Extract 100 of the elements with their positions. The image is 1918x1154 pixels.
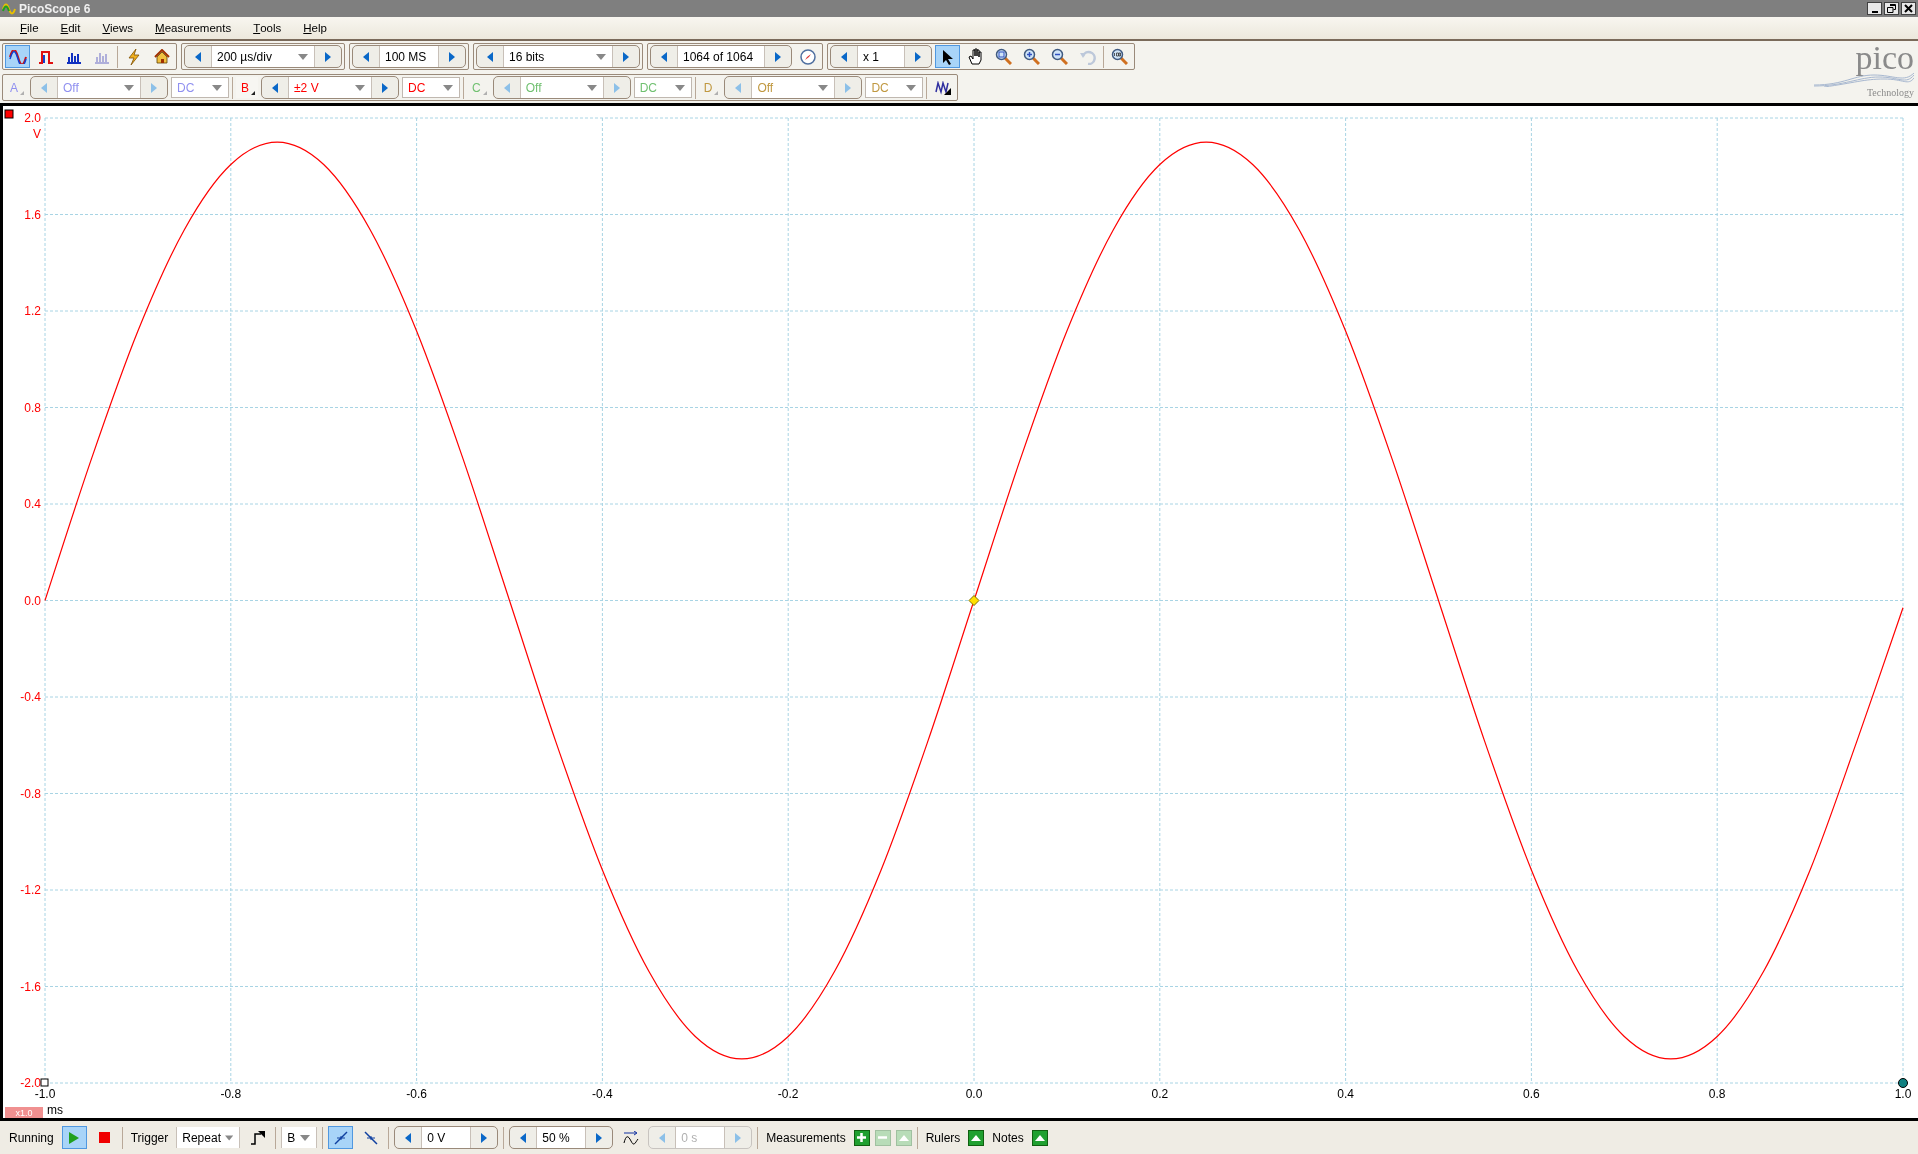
- add-measurement-button[interactable]: [853, 1129, 870, 1146]
- run-button[interactable]: [61, 1126, 87, 1149]
- measurements-label: Measurements: [765, 1130, 847, 1145]
- y-tick-label: -1.2: [20, 883, 41, 897]
- buffer-field[interactable]: 1064 of 1064: [677, 46, 765, 67]
- y-tick-label: -0.8: [20, 786, 41, 801]
- trigger-marker: [968, 595, 980, 606]
- left-arrow-icon: [661, 51, 667, 62]
- trigger-source-dropdown[interactable]: B: [281, 1127, 318, 1148]
- threshold-field[interactable]: 0 V: [421, 1127, 472, 1148]
- house-icon: [153, 49, 170, 64]
- close-button[interactable]: [1901, 2, 1916, 15]
- y-tick-label: 0.4: [24, 497, 41, 511]
- minus-icon: [878, 1136, 888, 1139]
- x-tick-label: 0.8: [1708, 1087, 1726, 1101]
- pointer-icon: [941, 48, 954, 65]
- channel-marker: [4, 109, 14, 119]
- ruler-handle[interactable]: [1898, 1078, 1908, 1088]
- rulers-label: Rulers: [924, 1130, 962, 1145]
- menu-item[interactable]: Edit: [50, 18, 91, 38]
- play-icon: [69, 1131, 80, 1144]
- x-tick-label: 0.4: [1337, 1087, 1354, 1101]
- dropdown-caret-icon: [906, 84, 917, 91]
- minimize-button[interactable]: [1867, 2, 1882, 15]
- triangle-up-icon: [1034, 1134, 1045, 1141]
- restore-button[interactable]: [1884, 2, 1899, 15]
- view-button[interactable]: [5, 45, 30, 68]
- zoom-out-icon: [1051, 48, 1068, 65]
- scale-badge: x1.0: [5, 1107, 43, 1118]
- ruler-handle[interactable]: [40, 1078, 49, 1087]
- dropdown-caret-icon: [443, 84, 454, 91]
- left-arrow-icon: [841, 51, 847, 62]
- corner-triangle-icon: [20, 91, 24, 95]
- x-tick-label: -0.8: [220, 1087, 242, 1101]
- right-arrow-icon: [481, 1132, 488, 1143]
- wave-arrow-icon: [622, 1130, 639, 1145]
- x-tick-label: 0.6: [1523, 1087, 1540, 1101]
- menu-item[interactable]: Tools: [243, 18, 292, 38]
- dropdown-caret-icon: [212, 84, 222, 91]
- right-arrow-icon: [449, 51, 455, 62]
- right-arrow-icon: [775, 51, 781, 62]
- right-arrow-icon: [623, 51, 629, 62]
- tool-button[interactable]: [935, 45, 960, 68]
- zoom-in-icon: [1023, 48, 1040, 65]
- right-arrow-icon: [325, 51, 331, 62]
- menu-item[interactable]: Help: [293, 18, 337, 38]
- corner-triangle-icon: [714, 91, 719, 95]
- y-tick-label: 2.0: [24, 111, 41, 125]
- stop-icon: [98, 1132, 110, 1143]
- coupling-dropdown[interactable]: DC: [402, 77, 461, 98]
- waveform-icon: [934, 80, 951, 95]
- trigger-mode-dropdown[interactable]: Repeat: [176, 1127, 241, 1148]
- menu-item[interactable]: Views: [92, 18, 144, 38]
- right-arrow-icon: [596, 1132, 603, 1143]
- x-tick-label: -0.2: [777, 1087, 799, 1101]
- left-arrow-icon: [41, 82, 47, 93]
- left-arrow-icon: [363, 51, 369, 62]
- right-arrow-icon: [915, 51, 921, 62]
- right-arrow-icon: [845, 82, 852, 93]
- left-arrow-icon: [659, 1132, 666, 1143]
- left-arrow-icon: [503, 82, 510, 93]
- rulers-button[interactable]: [968, 1129, 985, 1146]
- dropdown-caret-icon: [586, 84, 597, 91]
- x-tick-label: -0.4: [592, 1087, 613, 1101]
- menu-item[interactable]: File: [10, 18, 49, 38]
- dropdown-caret-icon: [300, 1134, 311, 1141]
- dropdown-caret-icon: [355, 84, 366, 91]
- y-tick-label: 1.6: [24, 207, 41, 222]
- lightning-icon: [126, 48, 141, 65]
- window-title: PicoScope 6: [19, 1, 91, 16]
- corner-triangle-icon: [482, 91, 487, 95]
- x-tick-label: 0.2: [1151, 1087, 1169, 1101]
- channel-range-field[interactable]: ±2 V: [288, 77, 373, 98]
- samples-field[interactable]: 100 MS: [379, 46, 439, 67]
- y-unit-label: V: [33, 127, 41, 141]
- right-arrow-icon: [151, 82, 157, 93]
- channel-button[interactable]: B: [236, 77, 259, 98]
- menu-item[interactable]: Measurements: [145, 18, 242, 38]
- hand-icon: [967, 48, 984, 65]
- y-tick-label: 0.8: [24, 400, 41, 415]
- timebase-field[interactable]: 200 µs/div: [211, 46, 315, 67]
- zoom-field[interactable]: x 1: [857, 46, 905, 67]
- left-arrow-icon: [405, 1132, 412, 1143]
- x-tick-label: -1.0: [34, 1087, 56, 1101]
- x-tick-label: 0.0: [965, 1087, 983, 1101]
- dropdown-caret-icon: [225, 1134, 234, 1141]
- dropdown-caret-icon: [818, 84, 829, 91]
- notes-button[interactable]: [1031, 1129, 1048, 1146]
- pulse-icon: [37, 49, 54, 64]
- edge-button[interactable]: [328, 1126, 354, 1149]
- x-tick-label: -0.6: [406, 1087, 427, 1101]
- resolution-field[interactable]: 16 bits: [503, 46, 613, 67]
- magnifier-icon: [1111, 48, 1128, 65]
- falling-edge-icon: [363, 1130, 378, 1145]
- left-arrow-icon: [487, 51, 493, 62]
- pre-trigger-field[interactable]: 50 %: [536, 1127, 587, 1148]
- y-tick-label: -0.4: [20, 690, 41, 704]
- minimize-icon: [1871, 10, 1878, 13]
- dropdown-caret-icon: [124, 84, 134, 91]
- dropdown-caret-icon: [674, 84, 685, 91]
